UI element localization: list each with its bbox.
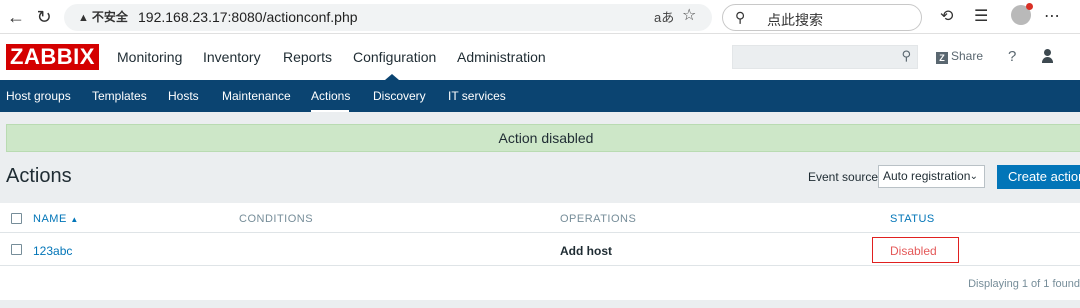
reload-icon[interactable]: ↻ <box>32 5 56 29</box>
subnav-templates[interactable]: Templates <box>92 89 147 103</box>
zabbix-header: ZABBIX Monitoring Inventory Reports Conf… <box>0 34 1080 80</box>
user-profile-icon[interactable] <box>1041 49 1053 63</box>
event-source-select[interactable]: Auto registration ⌄ <box>878 165 985 188</box>
browser-search-box[interactable]: ⚲ 点此搜索 <box>722 4 922 31</box>
warning-icon: ▲ <box>78 12 89 24</box>
address-bar[interactable]: ▲ 不安全 192.168.23.17:8080/actionconf.php a… <box>64 4 712 31</box>
search-icon: ⚲ <box>735 9 746 25</box>
favorites-icon[interactable]: ☰ <box>974 6 988 28</box>
security-indicator[interactable]: ▲ 不安全 <box>74 9 132 26</box>
read-aloud-icon[interactable]: aあ <box>654 8 674 27</box>
column-name[interactable]: NAME ▲ <box>33 213 79 225</box>
active-subnav-underline <box>311 110 349 112</box>
table-row: 123abc Add host Disabled <box>0 234 1080 266</box>
nav-monitoring[interactable]: Monitoring <box>117 49 182 65</box>
more-menu-icon[interactable]: ⋯ <box>1044 6 1060 28</box>
zabbix-share-icon: Z <box>936 52 948 64</box>
subnav-actions[interactable]: Actions <box>311 89 350 103</box>
actions-table: NAME ▲ CONDITIONS OPERATIONS STATUS 123a… <box>0 203 1080 300</box>
event-source-value: Auto registration <box>883 169 971 183</box>
subnav-hosts[interactable]: Hosts <box>168 89 199 103</box>
action-name-link[interactable]: 123abc <box>33 244 72 258</box>
select-all-checkbox[interactable] <box>11 213 22 224</box>
action-operations: Add host <box>560 244 612 258</box>
search-icon[interactable]: ⚲ <box>901 48 911 64</box>
subnav-discovery[interactable]: Discovery <box>373 89 426 103</box>
status-badge[interactable]: Disabled <box>872 237 959 263</box>
url-text[interactable]: 192.168.23.17:8080/actionconf.php <box>138 9 358 26</box>
success-message: Action disabled <box>6 124 1080 152</box>
event-source-label: Event source <box>808 170 879 184</box>
nav-administration[interactable]: Administration <box>457 49 546 65</box>
favorite-star-icon[interactable]: ☆ <box>682 6 696 25</box>
table-header: NAME ▲ CONDITIONS OPERATIONS STATUS <box>0 203 1080 233</box>
nav-configuration[interactable]: Configuration <box>353 49 436 65</box>
extensions-icon[interactable]: ⟲ <box>940 6 953 28</box>
table-footer: Displaying 1 of 1 found <box>968 278 1080 290</box>
share-button[interactable]: Z Share <box>936 49 983 64</box>
row-checkbox[interactable] <box>11 244 22 255</box>
column-conditions: CONDITIONS <box>239 213 314 225</box>
nav-reports[interactable]: Reports <box>283 49 332 65</box>
chevron-down-icon: ⌄ <box>969 171 978 182</box>
profile-avatar[interactable] <box>1011 3 1033 25</box>
global-search-input[interactable]: ⚲ <box>732 45 918 69</box>
create-action-button[interactable]: Create action <box>997 165 1080 189</box>
back-arrow-icon[interactable]: ← <box>4 5 28 29</box>
sub-navigation: Host groups Templates Hosts Maintenance … <box>0 80 1080 112</box>
help-button[interactable]: ? <box>1008 48 1016 65</box>
subnav-maintenance[interactable]: Maintenance <box>222 89 291 103</box>
zabbix-logo[interactable]: ZABBIX <box>6 44 99 70</box>
column-status[interactable]: STATUS <box>890 213 935 225</box>
notification-dot <box>1026 3 1033 10</box>
browser-search-placeholder: 点此搜索 <box>767 12 823 28</box>
sort-asc-icon: ▲ <box>70 215 79 224</box>
column-operations: OPERATIONS <box>560 213 637 225</box>
status-text: Disabled <box>890 244 937 258</box>
page-title: Actions <box>6 165 72 187</box>
nav-inventory[interactable]: Inventory <box>203 49 261 65</box>
subnav-it-services[interactable]: IT services <box>448 89 506 103</box>
subnav-host-groups[interactable]: Host groups <box>6 89 71 103</box>
browser-toolbar: ← ↻ ▲ 不安全 192.168.23.17:8080/actionconf.p… <box>0 0 1080 34</box>
